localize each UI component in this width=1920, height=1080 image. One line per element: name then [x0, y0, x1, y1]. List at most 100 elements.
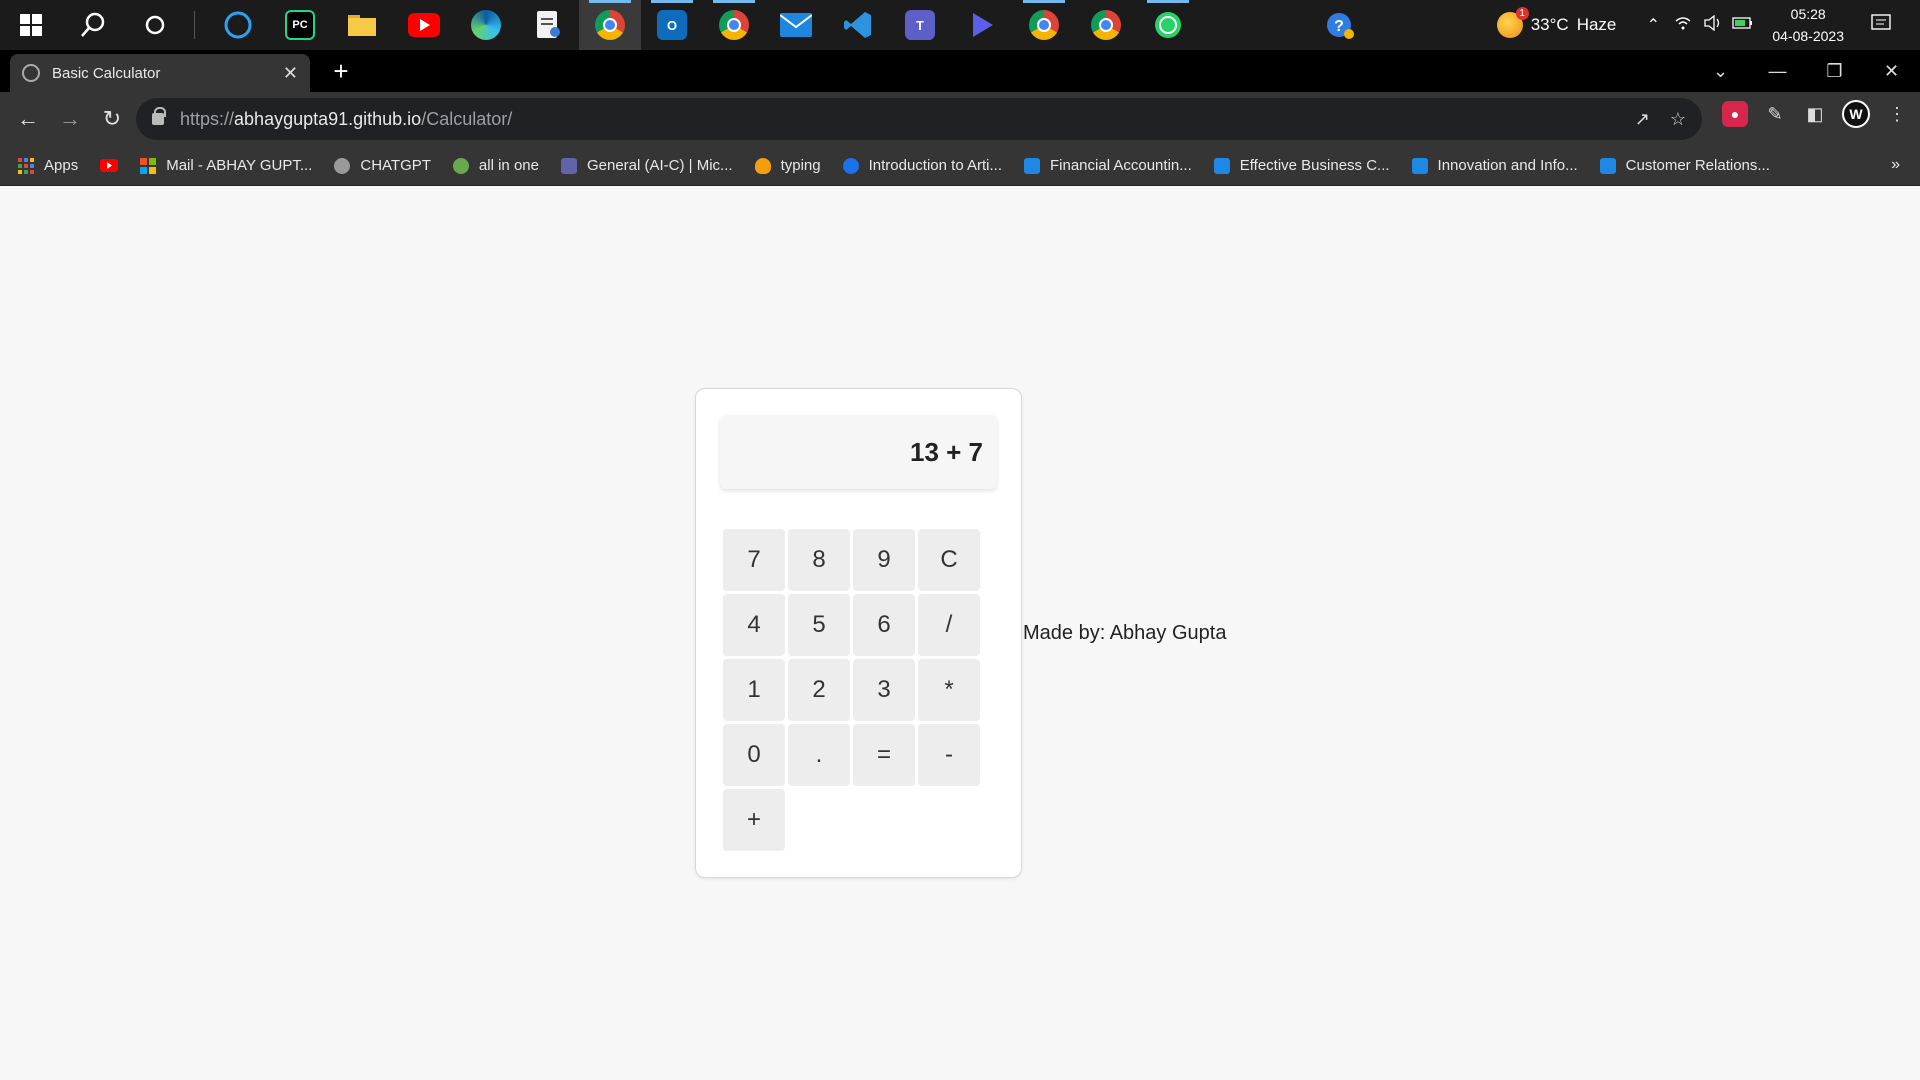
battery-icon[interactable]: [1728, 16, 1758, 35]
taskbar-clock[interactable]: 05:28 04-08-2023: [1772, 3, 1844, 47]
key-clear[interactable]: C: [918, 529, 980, 591]
bookmark-apps[interactable]: Apps: [18, 157, 78, 174]
screen-recorder-extension-icon[interactable]: ●: [1722, 101, 1748, 127]
folder-icon: [348, 15, 376, 36]
tab-basic-calculator[interactable]: Basic Calculator ✕: [10, 54, 310, 92]
key-0[interactable]: 0: [723, 724, 785, 786]
teams-icon: [560, 157, 577, 174]
bookmark-customer-relations[interactable]: Customer Relations...: [1599, 157, 1770, 174]
restore-button[interactable]: ❐: [1806, 50, 1863, 92]
reload-button[interactable]: ↻: [92, 99, 132, 139]
side-panel-icon[interactable]: ◧: [1802, 101, 1828, 127]
pycharm-icon: PC: [285, 10, 315, 40]
teams-icon: T: [905, 10, 935, 40]
bookmark-intro-ai[interactable]: Introduction to Arti...: [842, 157, 1002, 174]
lock-icon: [152, 107, 166, 125]
key-4[interactable]: 4: [723, 594, 785, 656]
key-2[interactable]: 2: [788, 659, 850, 721]
task-view-button[interactable]: [124, 0, 186, 50]
search-icon: [81, 12, 105, 37]
taskbar-app-mail[interactable]: [765, 0, 827, 50]
bookmark-innovation[interactable]: Innovation and Info...: [1411, 157, 1578, 174]
taskbar-app-whatsapp[interactable]: [1137, 0, 1199, 50]
share-icon[interactable]: ↗: [1635, 109, 1650, 130]
key-3[interactable]: 3: [853, 659, 915, 721]
window-controls: ⌄ — ❐ ✕: [1692, 50, 1920, 92]
taskbar-app-outlook[interactable]: O: [641, 0, 703, 50]
menu-kebab-icon[interactable]: ⋮: [1884, 101, 1910, 127]
tab-search-icon[interactable]: ⌄: [1692, 50, 1749, 92]
taskbar-app-cortana[interactable]: [207, 0, 269, 50]
bookmark-mail[interactable]: Mail - ABHAY GUPT...: [140, 157, 312, 174]
taskbar-app-chrome-4[interactable]: [1075, 0, 1137, 50]
key-1[interactable]: 1: [723, 659, 785, 721]
swayam-icon: [1024, 157, 1040, 174]
taskbar-app-notes[interactable]: [517, 0, 579, 50]
volume-icon[interactable]: [1698, 14, 1728, 36]
coursera-icon: [842, 157, 859, 174]
taskbar-app-power-automate[interactable]: [951, 0, 1013, 50]
address-bar[interactable]: https:// abhaygupta91.github.io /Calcula…: [136, 98, 1702, 140]
microsoft-icon: [140, 157, 157, 174]
system-tray: 1 33°C Haze ⌃ 05:28 04-08-2023: [1496, 0, 1920, 50]
bookmark-star-icon[interactable]: ☆: [1670, 109, 1686, 130]
key-5[interactable]: 5: [788, 594, 850, 656]
bookmark-label: Introduction to Arti...: [868, 157, 1002, 174]
apps-grid-icon: [18, 157, 34, 174]
taskbar-app-vscode[interactable]: [827, 0, 889, 50]
author-credit: Made by: Abhay Gupta: [1023, 622, 1227, 644]
bookmark-typing[interactable]: typing: [754, 157, 821, 174]
minimize-button[interactable]: —: [1749, 50, 1806, 92]
bookmark-financial-accounting[interactable]: Financial Accountin...: [1024, 157, 1192, 174]
puzzle-extensions-icon[interactable]: ✎: [1762, 101, 1788, 127]
key-multiply[interactable]: *: [918, 659, 980, 721]
key-8[interactable]: 8: [788, 529, 850, 591]
browser-tab-strip: Basic Calculator ✕ + ⌄ — ❐ ✕: [0, 50, 1920, 92]
taskbar-help-button[interactable]: ?: [1309, 0, 1371, 50]
taskbar-app-chrome-2[interactable]: [703, 0, 765, 50]
key-6[interactable]: 6: [853, 594, 915, 656]
weather-sun-icon: 1: [1496, 7, 1529, 38]
taskbar-app-file-explorer[interactable]: [331, 0, 393, 50]
key-subtract[interactable]: -: [918, 724, 980, 786]
bookmark-all-in-one[interactable]: all in one: [452, 157, 539, 174]
bookmark-label: Innovation and Info...: [1437, 157, 1578, 174]
swayam-icon: [1411, 157, 1428, 174]
start-button[interactable]: [0, 0, 62, 50]
flame-icon: [754, 157, 771, 174]
notifications-icon[interactable]: [1866, 13, 1896, 37]
key-9[interactable]: 9: [853, 529, 915, 591]
key-add[interactable]: +: [723, 789, 785, 851]
bookmarks-overflow-icon[interactable]: »: [1891, 156, 1900, 174]
key-equals[interactable]: =: [853, 724, 915, 786]
forward-button[interactable]: →: [50, 99, 90, 139]
back-button[interactable]: ←: [8, 99, 48, 139]
key-divide[interactable]: /: [918, 594, 980, 656]
key-decimal[interactable]: .: [788, 724, 850, 786]
bookmark-label: Customer Relations...: [1625, 157, 1770, 174]
close-tab-icon[interactable]: ✕: [283, 63, 298, 84]
taskbar-app-pycharm[interactable]: PC: [269, 0, 331, 50]
wifi-icon[interactable]: [1668, 15, 1698, 36]
bookmark-youtube[interactable]: [100, 159, 119, 172]
vscode-icon: [844, 12, 871, 38]
profile-avatar[interactable]: W: [1842, 100, 1870, 128]
new-tab-button[interactable]: +: [326, 56, 356, 86]
weather-alert-badge: 1: [1515, 7, 1529, 20]
bookmark-label: Financial Accountin...: [1050, 157, 1192, 174]
taskbar-app-edge[interactable]: [455, 0, 517, 50]
taskbar-app-chrome-3[interactable]: [1013, 0, 1075, 50]
taskbar-app-chrome-profile-w[interactable]: [579, 0, 641, 50]
bookmark-general-ai-c[interactable]: General (AI-C) | Mic...: [560, 157, 733, 174]
taskbar-app-youtube[interactable]: [393, 0, 455, 50]
key-7[interactable]: 7: [723, 529, 785, 591]
bookmark-effective-business[interactable]: Effective Business C...: [1213, 157, 1390, 174]
taskbar-app-teams[interactable]: T: [889, 0, 951, 50]
weather-widget[interactable]: 1 33°C Haze: [1496, 7, 1616, 38]
extensions-area: ● ✎ ◧ W ⋮: [1722, 100, 1910, 128]
chrome-icon: [1091, 10, 1121, 40]
bookmark-chatgpt[interactable]: CHATGPT: [334, 157, 431, 174]
close-window-button[interactable]: ✕: [1863, 50, 1920, 92]
search-button[interactable]: [62, 0, 124, 50]
chevron-up-icon[interactable]: ⌃: [1638, 15, 1668, 35]
